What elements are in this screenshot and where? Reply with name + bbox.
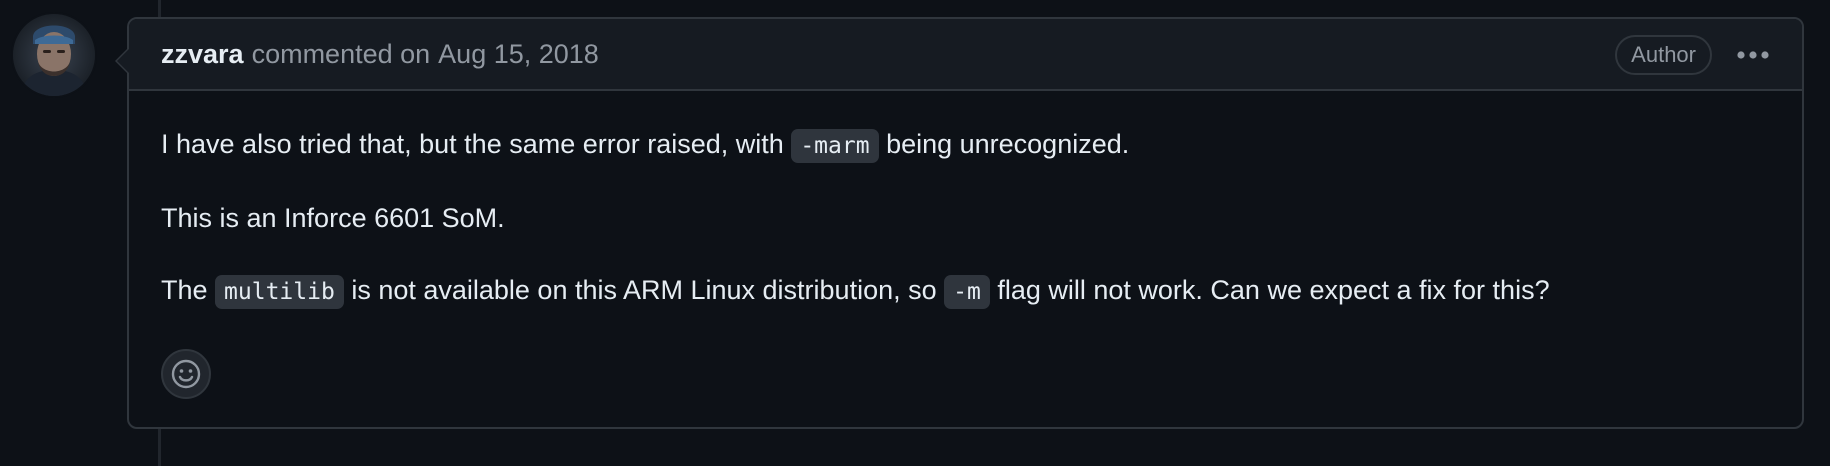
smiley-icon [171,359,201,389]
author-badge: Author [1615,35,1712,75]
comment-box: zzvara commented on Aug 15, 2018 Author … [115,17,1804,429]
text: I have also tried that, but the same err… [161,129,792,159]
text: The [161,275,216,305]
avatar-image [13,14,95,96]
comment-caret [115,47,129,75]
text: is not available on this ARM Linux distr… [343,275,945,305]
comment-action: commented on [251,38,431,69]
header-actions: Author [1615,19,1772,91]
more-options-button[interactable] [1734,40,1772,70]
paragraph-2: This is an Inforce 6601 SoM. [161,203,505,233]
paragraph-1: I have also tried that, but the same err… [161,124,1770,166]
author-link[interactable]: zzvara [161,39,244,70]
inline-code: -m [944,275,990,309]
paragraph-3: The multilib is not available on this AR… [161,270,1770,312]
kebab-horizontal-icon [1737,51,1769,59]
inline-code: -marm [791,129,879,163]
comment-body: I have also tried that, but the same err… [129,91,1802,312]
text: being unrecognized. [878,129,1130,159]
inline-code: multilib [215,275,344,309]
comment-date-link[interactable]: Aug 15, 2018 [438,39,599,70]
author-avatar[interactable] [13,14,95,96]
add-reaction-button[interactable] [161,349,211,399]
text: flag will not work. Can we expect a fix … [989,275,1550,305]
comment-header: zzvara commented on Aug 15, 2018 Author [129,19,1802,91]
